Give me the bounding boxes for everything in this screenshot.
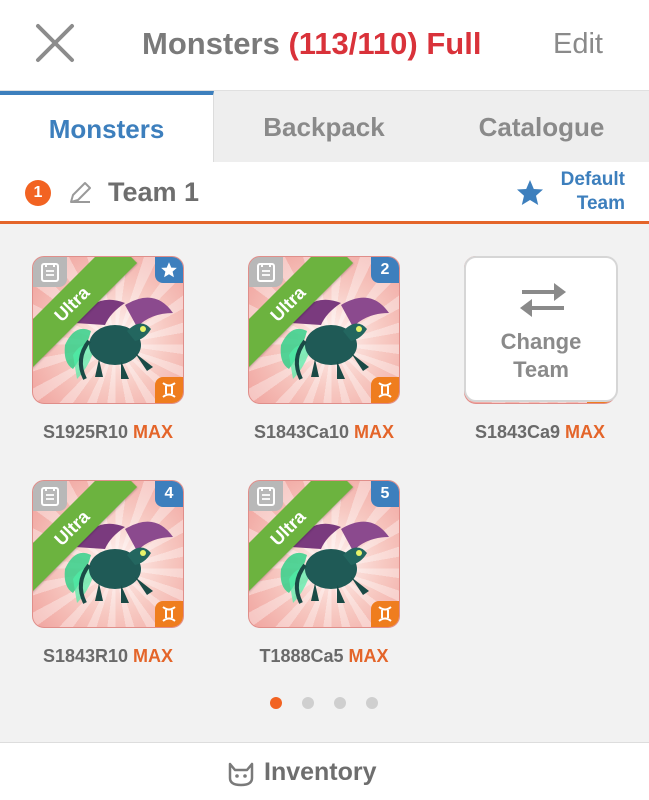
monsters-screen: Monsters (113/110) Full Edit Monsters Ba… — [0, 0, 649, 800]
monster-level: MAX — [133, 422, 174, 442]
monster-label: S1925R10 MAX — [32, 422, 184, 443]
monster-card[interactable]: Ultra S1925R10 MAX — [32, 256, 188, 443]
default-team-button[interactable]: Default Team — [516, 168, 625, 216]
tab-monsters[interactable]: Monsters — [0, 91, 214, 163]
default-team-line2: Team — [576, 193, 625, 214]
monster-portrait[interactable]: Ultra 5 — [248, 480, 400, 628]
tab-bar: Monsters Backpack Catalogue — [0, 90, 649, 163]
page-dot-1[interactable] — [270, 697, 282, 709]
element-icon — [162, 606, 176, 622]
note-icon — [41, 487, 59, 506]
monster-card[interactable]: Ultra 4 S1843R10 MAX — [32, 480, 188, 667]
team-slot-number: 2 — [380, 261, 390, 278]
change-team-line2: Team — [513, 357, 569, 382]
team-number-badge: 1 — [25, 180, 51, 206]
monster-name: S1843Ca9 — [474, 422, 561, 442]
swap-icon — [520, 283, 566, 317]
monster-portrait[interactable]: Ultra 4 — [32, 480, 184, 628]
monster-level: MAX — [565, 422, 606, 442]
title-text: Monsters — [142, 26, 280, 61]
change-team-line1: Change — [500, 329, 582, 354]
monster-level: MAX — [133, 646, 174, 666]
notes-corner[interactable] — [33, 481, 67, 511]
monster-name: S1925R10 — [42, 422, 129, 442]
default-team-line1: Default — [560, 169, 625, 190]
change-team-button[interactable]: Change Team — [464, 256, 618, 402]
element-icon — [378, 382, 392, 398]
element-badge — [371, 377, 399, 403]
monster-level: MAX — [354, 422, 395, 442]
team-slot-number: 4 — [164, 485, 174, 502]
star-icon — [516, 180, 543, 205]
element-badge — [155, 377, 183, 403]
close-icon — [36, 24, 74, 62]
page-indicator — [0, 692, 649, 712]
note-icon — [41, 263, 59, 282]
notes-corner[interactable] — [33, 257, 67, 287]
monster-name: T1888Ca5 — [259, 646, 344, 666]
team-slot-badge: 5 — [371, 481, 399, 507]
star-icon — [161, 262, 177, 278]
element-icon — [162, 382, 176, 398]
monster-portrait[interactable]: Ultra 2 — [248, 256, 400, 404]
monster-label: S1843Ca10 MAX — [248, 422, 400, 443]
cat-icon — [228, 762, 254, 787]
team-slot-badge: 4 — [155, 481, 183, 507]
page-dot-4[interactable] — [366, 697, 378, 709]
monster-label: T1888Ca5 MAX — [248, 646, 400, 667]
edit-button[interactable]: Edit — [553, 28, 603, 61]
monster-label: S1843Ca9 MAX — [464, 422, 616, 443]
pencil-icon[interactable] — [66, 179, 94, 207]
element-badge — [371, 601, 399, 627]
monster-card[interactable]: Ultra 2 S1843Ca10 MAX — [248, 256, 404, 443]
change-team-label: Change Team — [466, 328, 616, 384]
notes-corner[interactable] — [249, 481, 283, 511]
notes-corner[interactable] — [249, 257, 283, 287]
monster-name: S1843Ca10 — [253, 422, 350, 442]
team-slot-badge: 2 — [371, 257, 399, 283]
page-dot-3[interactable] — [334, 697, 346, 709]
note-icon — [257, 487, 275, 506]
monster-name: S1843R10 — [42, 646, 129, 666]
team-name[interactable]: Team 1 — [108, 177, 199, 208]
team-bar: 1 Team 1 Default Team — [0, 162, 649, 224]
inventory-label: Inventory — [264, 758, 377, 786]
tab-catalogue[interactable]: Catalogue — [434, 91, 649, 163]
header: Monsters (113/110) Full Edit — [0, 0, 649, 90]
page-dot-2[interactable] — [302, 697, 314, 709]
monster-label: S1843R10 MAX — [32, 646, 184, 667]
inventory-button[interactable]: Inventory — [0, 742, 649, 800]
team-slot-badge — [155, 257, 183, 283]
monster-portrait[interactable]: Ultra — [32, 256, 184, 404]
note-icon — [257, 263, 275, 282]
element-badge — [155, 601, 183, 627]
team-slot-number: 5 — [380, 485, 390, 502]
close-button[interactable] — [30, 22, 80, 66]
tab-backpack[interactable]: Backpack — [214, 91, 434, 163]
monster-card[interactable]: Ultra 5 T1888Ca5 MAX — [248, 480, 404, 667]
page-title: Monsters (113/110) Full — [142, 26, 481, 62]
element-icon — [378, 606, 392, 622]
monster-level: MAX — [348, 646, 389, 666]
monster-count: (113/110) Full — [288, 26, 482, 61]
